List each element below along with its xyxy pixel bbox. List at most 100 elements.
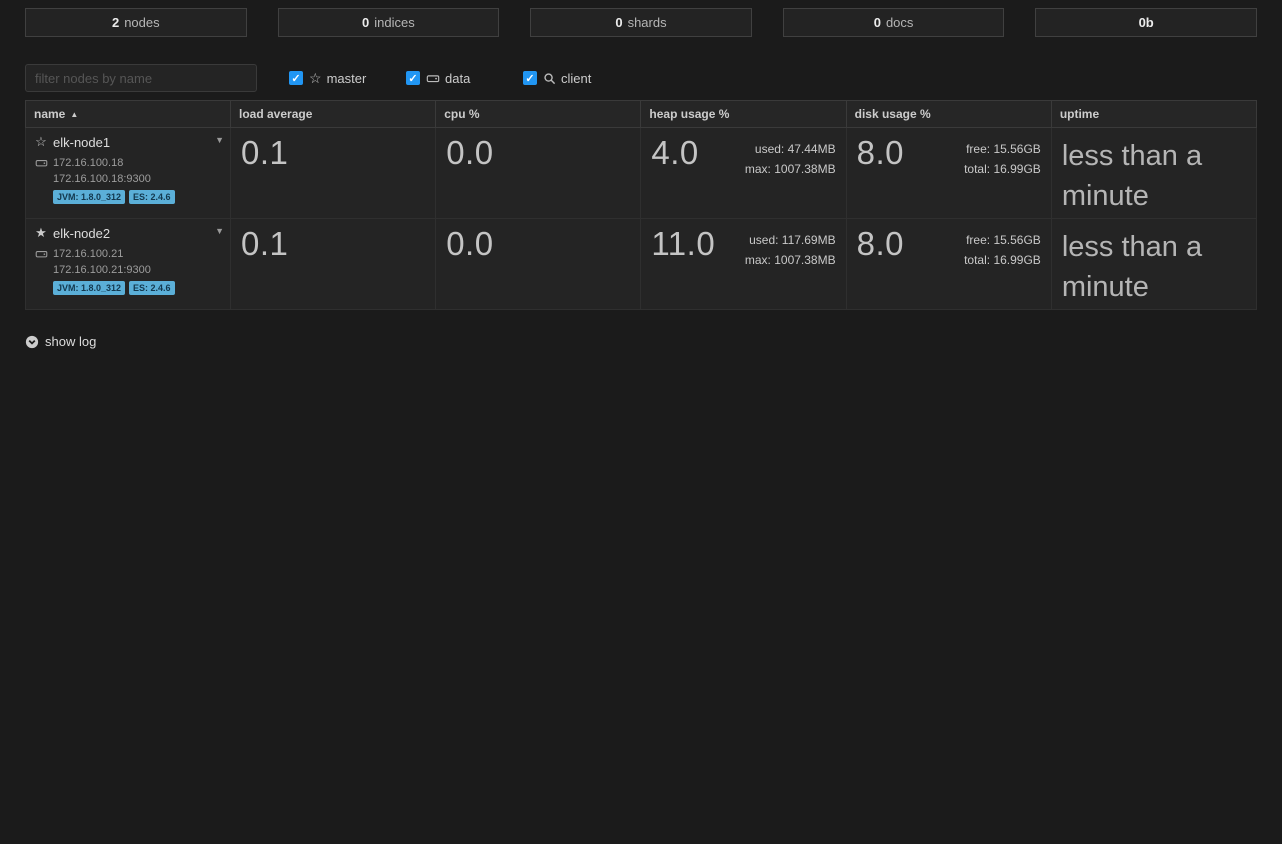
header-load-average[interactable]: load average — [231, 101, 436, 127]
heap-used: used: 47.44MB — [745, 139, 836, 159]
header-disk-usage[interactable]: disk usage % — [847, 101, 1052, 127]
node-uptime-cell: less than a minute — [1052, 128, 1256, 218]
stat-docs-value: 0 — [874, 15, 881, 30]
stat-nodes: 2 nodes — [25, 8, 247, 37]
es-version-badge: ES: 2.4.6 — [129, 190, 175, 204]
cluster-stats-row: 2 nodes 0 indices 0 shards 0 docs 0b — [25, 8, 1257, 37]
node-heap-cell: 4.0 used: 47.44MB max: 1007.38MB — [641, 128, 846, 218]
stat-shards-label: shards — [628, 15, 667, 30]
node-dropdown-caret-icon[interactable]: ▼ — [215, 225, 224, 237]
node-title-row: ★ elk-node2 — [34, 225, 222, 241]
node-ip-row: 172.16.100.18 — [34, 157, 222, 169]
node-disk-cell: 8.0 free: 15.56GB total: 16.99GB — [847, 219, 1052, 309]
heap-percent-value: 4.0 — [651, 136, 698, 171]
sort-asc-icon: ▲ — [70, 110, 78, 119]
table-row: ☆ elk-node1 ▼ 172.16.100.18 172.16.100.1… — [25, 128, 1257, 219]
filter-client-checkbox[interactable]: ✓ client — [523, 71, 608, 86]
heap-percent-value: 11.0 — [651, 227, 715, 262]
node-badges: JVM: 1.8.0_312 ES: 2.4.6 — [53, 190, 222, 204]
stat-nodes-label: nodes — [124, 15, 159, 30]
disk-percent-value: 8.0 — [857, 136, 904, 171]
checkbox-checked-icon: ✓ — [523, 71, 537, 85]
checkbox-checked-icon: ✓ — [289, 71, 303, 85]
checkbox-checked-icon: ✓ — [406, 71, 420, 85]
node-heap-cell: 11.0 used: 117.69MB max: 1007.38MB — [641, 219, 846, 309]
filter-data-checkbox[interactable]: ✓ data — [406, 71, 491, 86]
stat-indices: 0 indices — [278, 8, 500, 37]
jvm-version-badge: JVM: 1.8.0_312 — [53, 190, 125, 204]
load-average-value: 0.1 — [241, 136, 425, 171]
node-load-average-cell: 0.1 — [231, 128, 436, 218]
disk-free: free: 15.56GB — [964, 139, 1041, 159]
node-name: elk-node2 — [53, 226, 110, 241]
disk-total: total: 16.99GB — [964, 159, 1041, 179]
node-load-average-cell: 0.1 — [231, 219, 436, 309]
filter-master-checkbox[interactable]: ✓ ☆ master — [289, 71, 374, 86]
disk-detail: free: 15.56GB total: 16.99GB — [964, 227, 1041, 270]
stat-nodes-value: 2 — [112, 15, 119, 30]
node-disk-cell: 8.0 free: 15.56GB total: 16.99GB — [847, 128, 1052, 218]
heap-max: max: 1007.38MB — [745, 250, 836, 270]
nodes-table-header: name ▲ load average cpu % heap usage % d… — [25, 100, 1257, 128]
header-disk-label: disk usage % — [855, 107, 931, 121]
stat-indices-label: indices — [374, 15, 414, 30]
node-badges: JVM: 1.8.0_312 ES: 2.4.6 — [53, 281, 222, 295]
heap-detail: used: 117.69MB max: 1007.38MB — [745, 227, 836, 270]
heap-used: used: 117.69MB — [745, 230, 836, 250]
cluster-overview-page: 2 nodes 0 indices 0 shards 0 docs 0b ✓ ☆… — [0, 0, 1282, 349]
header-name[interactable]: name ▲ — [26, 101, 231, 127]
node-name-cell: ★ elk-node2 ▼ 172.16.100.21 172.16.100.2… — [26, 219, 231, 309]
disk-percent-value: 8.0 — [857, 227, 904, 262]
node-ip-row: 172.16.100.21 — [34, 248, 222, 260]
filter-master-label: master — [327, 71, 367, 86]
node-cpu-cell: 0.0 — [436, 219, 641, 309]
node-dropdown-caret-icon[interactable]: ▼ — [215, 134, 224, 146]
show-log-label: show log — [45, 334, 96, 349]
jvm-version-badge: JVM: 1.8.0_312 — [53, 281, 125, 295]
uptime-value: less than a minute — [1062, 227, 1246, 307]
filter-data-label: data — [445, 71, 470, 86]
header-uptime-label: uptime — [1060, 107, 1099, 121]
disk-free: free: 15.56GB — [964, 230, 1041, 250]
node-transport-address: 172.16.100.21:9300 — [53, 264, 222, 276]
node-name: elk-node1 — [53, 135, 110, 150]
node-title-row: ☆ elk-node1 — [34, 134, 222, 150]
filter-nodes-input[interactable] — [25, 64, 257, 92]
stat-size: 0b — [1035, 8, 1257, 37]
header-cpu-label: cpu % — [444, 107, 479, 121]
client-search-icon — [543, 72, 556, 85]
node-ip: 172.16.100.18 — [53, 157, 123, 169]
heap-max: max: 1007.38MB — [745, 159, 836, 179]
header-cpu[interactable]: cpu % — [436, 101, 641, 127]
master-star-icon: ☆ — [309, 71, 322, 85]
heap-detail: used: 47.44MB max: 1007.38MB — [745, 136, 836, 179]
filter-client-label: client — [561, 71, 591, 86]
header-heap-usage[interactable]: heap usage % — [641, 101, 846, 127]
load-average-value: 0.1 — [241, 227, 425, 262]
table-row: ★ elk-node2 ▼ 172.16.100.21 172.16.100.2… — [25, 219, 1257, 310]
cpu-value: 0.0 — [446, 227, 630, 262]
es-version-badge: ES: 2.4.6 — [129, 281, 175, 295]
node-star-icon: ☆ — [34, 134, 48, 150]
stat-size-value: 0b — [1139, 15, 1154, 30]
node-transport-address: 172.16.100.18:9300 — [53, 173, 222, 185]
data-drive-icon — [426, 72, 440, 85]
node-uptime-cell: less than a minute — [1052, 219, 1256, 309]
uptime-value: less than a minute — [1062, 136, 1246, 216]
node-name-cell: ☆ elk-node1 ▼ 172.16.100.18 172.16.100.1… — [26, 128, 231, 218]
stat-docs: 0 docs — [783, 8, 1005, 37]
stat-shards: 0 shards — [530, 8, 752, 37]
node-ip: 172.16.100.21 — [53, 248, 123, 260]
header-uptime[interactable]: uptime — [1052, 101, 1256, 127]
header-name-label: name — [34, 107, 65, 121]
node-drive-icon — [34, 248, 48, 260]
stat-shards-value: 0 — [615, 15, 622, 30]
header-load-label: load average — [239, 107, 312, 121]
node-drive-icon — [34, 157, 48, 169]
node-cpu-cell: 0.0 — [436, 128, 641, 218]
header-heap-label: heap usage % — [649, 107, 729, 121]
chevron-down-circle-icon — [25, 335, 39, 349]
disk-total: total: 16.99GB — [964, 250, 1041, 270]
show-log-toggle[interactable]: show log — [25, 334, 96, 349]
nodes-table: name ▲ load average cpu % heap usage % d… — [25, 100, 1257, 310]
